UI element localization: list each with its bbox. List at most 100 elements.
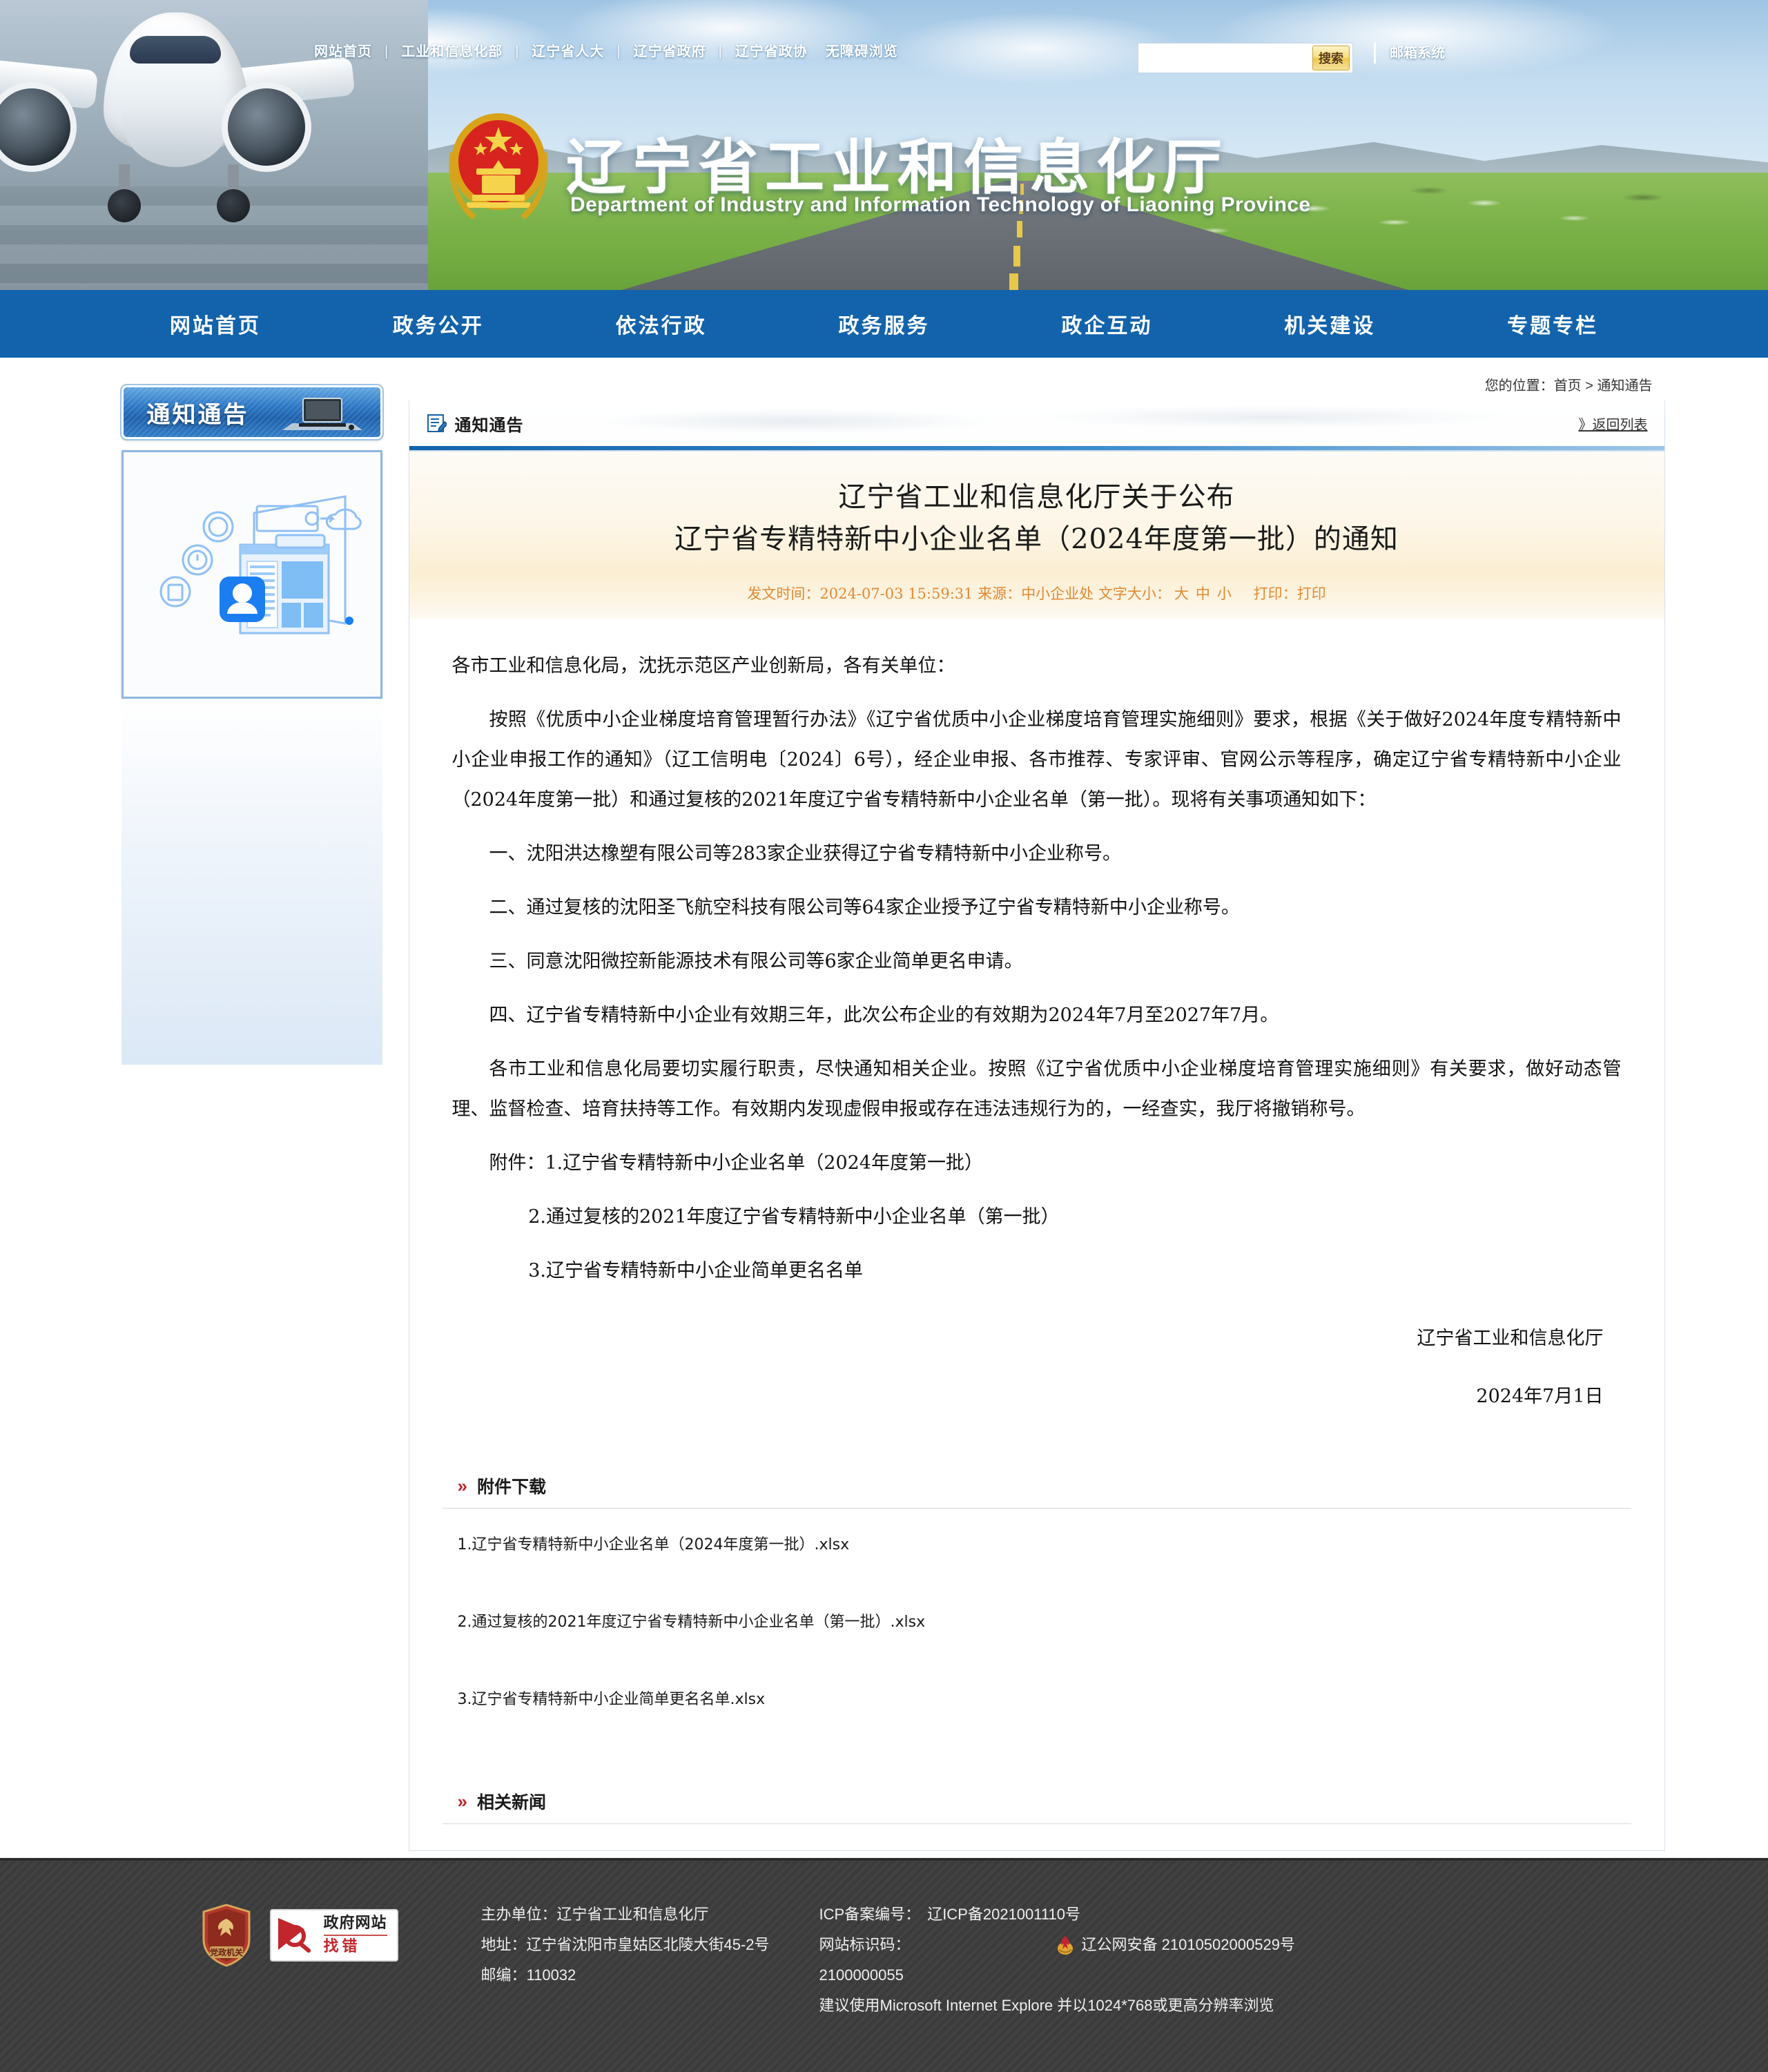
footer-column-legal: ICP备案编号： 辽ICP备2021001110号 网站标识码： 辽公网安备 21… — [819, 1899, 1482, 2021]
double-chevron-right-icon: » — [457, 1475, 467, 1497]
nav-item-interact[interactable]: 政企互动 — [995, 309, 1218, 339]
signature-org: 辽宁省工业和信息化厅 — [1417, 1328, 1604, 1350]
footer-organizer: 主办单位：辽宁省工业和信息化厅 — [480, 1906, 709, 1924]
main-navigation: 网站首页 政务公开 依法行政 政务服务 政企互动 机关建设 专题专栏 — [0, 290, 1768, 358]
zhaocuo-bottom-label: 找错 — [323, 1938, 361, 1956]
print-button[interactable]: 打印 — [1297, 585, 1326, 602]
footer-police-record[interactable]: 辽公网安备 21010502000529号 — [1082, 1930, 1295, 1960]
enclosure-item: 3.辽宁省专精特新中小企业简单更名名单 — [528, 1260, 863, 1282]
top-nav-link-3[interactable]: 辽宁省政府 — [634, 44, 706, 59]
top-nav-sep-3: | — [718, 44, 723, 59]
sidebar-illustration — [121, 450, 382, 699]
enclosure-item: 2.通过复核的2021年度辽宁省专精特新中小企业名单（第一批） — [528, 1206, 1060, 1228]
page-body: 通知通告 您的位置：首页 > 通知通告 通知通告 》返回列表 辽宁省工业和信息化… — [0, 358, 1768, 1859]
article-paragraph: 二、通过复核的沈阳圣飞航空科技有限公司等64家企业授予辽宁省专精特新中小企业称号… — [489, 896, 1240, 918]
breadcrumb: 您的位置：首页 > 通知通告 — [409, 370, 1665, 394]
panel-title: 通知通告 — [454, 415, 524, 435]
fontsize-large-button[interactable]: 大 — [1174, 585, 1189, 602]
fontsize-medium-button[interactable]: 中 — [1196, 585, 1210, 602]
nav-item-home[interactable]: 网站首页 — [104, 309, 327, 339]
sidebar-heading-label: 通知通告 — [146, 400, 249, 429]
zhaocuo-divider — [323, 1935, 387, 1937]
main-content: 您的位置：首页 > 通知通告 通知通告 》返回列表 辽宁省工业和信息化厅关于公布… — [394, 370, 1665, 1852]
top-nav-sep-1: | — [515, 44, 520, 59]
site-banner: 网站首页 | 工业和信息化部 | 辽宁省人大 | 辽宁省政府 | 辽宁省政协 无障碍浏览 搜索 邮… — [0, 0, 1768, 290]
related-news-heading: » 相关新闻 — [442, 1789, 1631, 1825]
footer-icp-value[interactable]: 辽ICP备2021001110号 — [927, 1899, 1080, 1930]
footer-column-org: 主办单位：辽宁省工业和信息化厅 地址：辽宁省沈阳市皇姑区北陵大街45-2号 邮编… — [481, 1899, 792, 1991]
footer-browser-tip: 建议使用Microsoft Internet Explore 并以1024*76… — [819, 1997, 1274, 2015]
sidebar-heading-banner[interactable]: 通知通告 — [119, 384, 384, 440]
article-paragraph: 各市工业和信息化局，沈抚示范区产业创新局，各有关单位： — [451, 655, 955, 677]
nav-item-services[interactable]: 政务服务 — [773, 309, 995, 339]
sidebar-decoration — [121, 699, 382, 1065]
government-site-error-report-badge[interactable]: 政府网站 找错 — [269, 1909, 398, 1962]
footer-browser-tip-row: 建议使用Microsoft Internet Explore 并以1024*76… — [819, 1991, 1482, 2021]
laptop-icon — [282, 398, 362, 430]
article-paragraph: 按照《优质中小企业梯度培育管理暂行办法》《辽宁省优质中小企业梯度培育管理实施细则… — [451, 708, 1622, 811]
signature-date: 2024年7月1日 — [1476, 1386, 1604, 1408]
plane-left-landing-gear — [108, 164, 141, 222]
svg-text:党政机关: 党政机关 — [209, 1947, 242, 1957]
footer-sitecode-value: 2100000055 — [819, 1966, 904, 1984]
double-chevron-right-icon: » — [457, 1791, 467, 1812]
enclosure-item: 附件：1.辽宁省专精特新中小企业名单（2024年度第一批） — [489, 1152, 983, 1174]
article-title-block: 辽宁省工业和信息化厅关于公布 辽宁省专精特新中小企业名单（2024年度第一批）的… — [409, 452, 1664, 573]
search-error-icon — [278, 1918, 311, 1953]
top-nav-sep-0: | — [385, 44, 389, 59]
attachments-heading: » 附件下载 — [442, 1473, 1631, 1509]
party-government-badge-icon[interactable]: 党政机关 — [201, 1904, 252, 1967]
article-meta: 发文时间：2024-07-03 15:59:31 来源：中小企业处 文字大小：大… — [409, 572, 1664, 619]
search-button[interactable]: 搜索 — [1312, 46, 1350, 70]
attachment-link[interactable]: 2.通过复核的2021年度辽宁省专精特新中小企业名单（第一批）.xlsx — [458, 1609, 1631, 1632]
breadcrumb-prefix: 您的位置： — [1484, 378, 1554, 394]
source-value: 中小企业处 — [1021, 585, 1094, 602]
nav-item-law[interactable]: 依法行政 — [550, 309, 773, 339]
article-body: 各市工业和信息化局，沈抚示范区产业创新局，各有关单位： 按照《优质中小企业梯度培… — [409, 619, 1664, 1456]
site-footer: 党政机关 政府网站 找错 主办单位：辽宁省工业和信息化厅 地址：辽宁省沈阳市皇姑… — [0, 1858, 1768, 2072]
article-paragraph: 四、辽宁省专精特新中小企业有效期三年，此次公布企业的有效期为2024年7月至20… — [489, 1004, 1279, 1026]
attachments-heading-label: 附件下载 — [476, 1477, 546, 1498]
related-news-block: » 相关新闻 — [409, 1789, 1664, 1850]
top-nav-link-1[interactable]: 工业和信息化部 — [401, 44, 503, 59]
article-title-line1: 辽宁省工业和信息化厅关于公布 — [838, 481, 1235, 513]
accessibility-link[interactable]: 无障碍浏览 — [826, 44, 898, 59]
top-nav-link-0[interactable]: 网站首页 — [314, 44, 372, 59]
top-nav-link-2[interactable]: 辽宁省人大 — [532, 44, 604, 59]
footer-postcode: 邮编：110032 — [480, 1966, 576, 1984]
search-input[interactable] — [1138, 44, 1312, 72]
attachment-link[interactable]: 1.辽宁省专精特新中小企业名单（2024年度第一批）.xlsx — [458, 1532, 1631, 1554]
content-panel: 通知通告 》返回列表 辽宁省工业和信息化厅关于公布 辽宁省专精特新中小企业名单（… — [408, 400, 1665, 1852]
site-title: 辽宁省工业和信息化厅 — [566, 133, 1229, 202]
police-badge-icon — [1057, 1936, 1073, 1955]
nav-item-topics[interactable]: 专题专栏 — [1441, 309, 1664, 339]
sidebar: 通知通告 — [104, 370, 394, 1851]
nav-item-org[interactable]: 机关建设 — [1218, 309, 1441, 339]
breadcrumb-home[interactable]: 首页 — [1554, 378, 1582, 394]
panel-header: 通知通告 》返回列表 — [409, 400, 1664, 446]
top-nav-link-4[interactable]: 辽宁省政协 — [735, 44, 808, 59]
fontsize-small-button[interactable]: 小 — [1217, 585, 1232, 602]
nav-item-affairs[interactable]: 政务公开 — [327, 309, 550, 339]
attachment-link[interactable]: 3.辽宁省专精特新中小企业简单更名名单.xlsx — [458, 1687, 1631, 1709]
article-title-line2: 辽宁省专精特新中小企业名单（2024年度第一批）的通知 — [674, 523, 1399, 555]
source-label: 来源： — [978, 585, 1022, 602]
notice-pen-icon — [427, 414, 447, 433]
footer-badges: 党政机关 政府网站 找错 — [194, 1899, 398, 1967]
back-to-list-link[interactable]: 》返回列表 — [1579, 414, 1648, 434]
zhaocuo-top-label: 政府网站 — [323, 1915, 387, 1933]
search-box[interactable]: 搜索 — [1138, 43, 1353, 73]
footer-sitecode-value-row: 2100000055 — [819, 1960, 1482, 1991]
fontsize-label: 文字大小： — [1098, 585, 1171, 602]
article-paragraph: 三、同意沈阳微控新能源技术有限公司等6家企业简单更名申请。 — [489, 950, 1023, 972]
plane-right-engine — [228, 88, 305, 166]
attachments-list: 1.辽宁省专精特新中小企业名单（2024年度第一批）.xlsx 2.通过复核的2… — [409, 1509, 1664, 1771]
footer-sitecode-label: 网站标识码： — [819, 1936, 911, 1954]
mail-system-link[interactable]: 邮箱系统 — [1374, 43, 1445, 64]
breadcrumb-current[interactable]: 通知通告 — [1597, 378, 1653, 394]
article-paragraph: 各市工业和信息化局要切实履行职责，尽快通知相关企业。按照《辽宁省优质中小企业梯度… — [451, 1058, 1622, 1121]
publish-time-value: 2024-07-03 15:59:31 — [819, 585, 973, 602]
footer-address: 地址：辽宁省沈阳市皇姑区北陵大街45-2号 — [480, 1936, 770, 1954]
plane-right-landing-gear — [217, 164, 250, 222]
footer-sitecode-row: 网站标识码： 辽公网安备 21010502000529号 — [819, 1930, 1482, 1960]
